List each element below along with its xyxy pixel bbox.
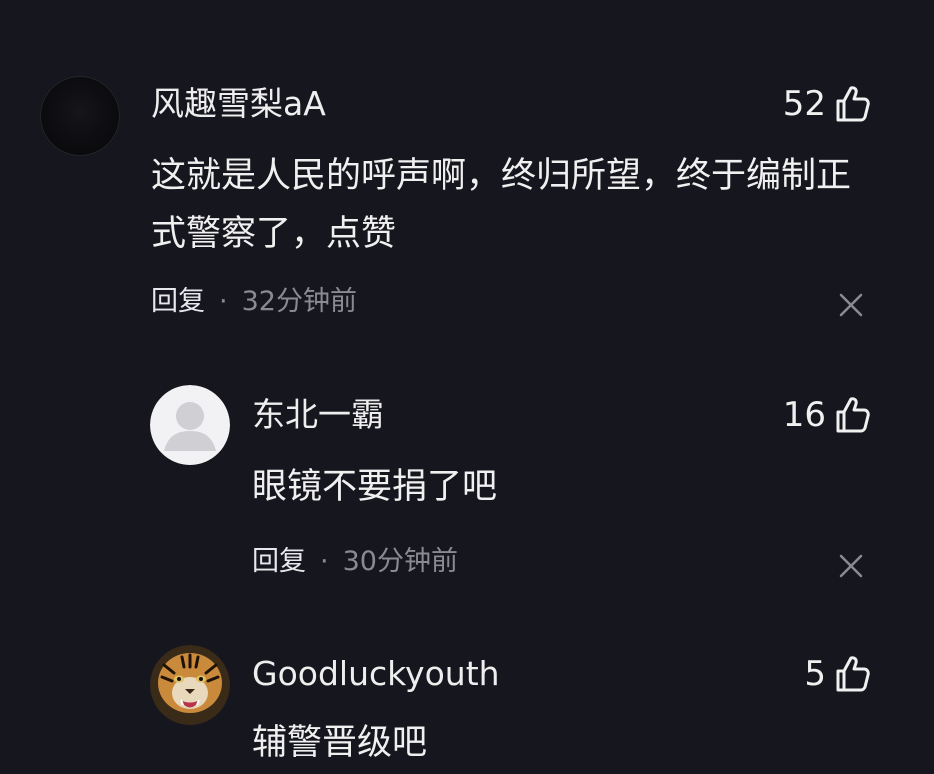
comment-meta: 回复 · 30分钟前 — [252, 544, 458, 580]
close-icon[interactable] — [838, 292, 864, 318]
default-user-avatar-icon[interactable] — [150, 385, 230, 465]
comment-username[interactable]: Goodluckyouth — [252, 654, 500, 694]
comment-text: 眼镜不要捐了吧 — [252, 467, 498, 507]
separator-dot: · — [320, 546, 329, 577]
comment-text: 辅警晋级吧 — [252, 723, 428, 763]
thumbs-up-icon — [836, 656, 870, 692]
comment-username[interactable]: 风趣雪梨aA — [151, 84, 326, 124]
tiger-avatar-icon[interactable] — [150, 645, 230, 725]
like-count: 52 — [782, 84, 826, 124]
comment-time: 30分钟前 — [342, 546, 458, 577]
dark-avatar-icon[interactable] — [40, 76, 120, 156]
comment-time: 32分钟前 — [241, 286, 357, 317]
thumbs-up-icon — [836, 397, 870, 433]
like-count: 5 — [804, 654, 826, 694]
comment-text: 这就是人民的呼声啊，终归所望，终于编制正式警察了，点赞 — [151, 156, 852, 254]
like-button[interactable]: 5 — [804, 654, 870, 694]
close-icon[interactable] — [838, 553, 864, 579]
comment-username[interactable]: 东北一霸 — [252, 395, 384, 435]
thumbs-up-icon — [836, 86, 870, 122]
comment-meta: 回复 · 32分钟前 — [151, 284, 357, 320]
separator-dot: · — [219, 286, 228, 317]
like-count: 16 — [782, 395, 826, 435]
like-button[interactable]: 52 — [783, 84, 870, 124]
reply-button[interactable]: 回复 — [151, 284, 205, 320]
like-button[interactable]: 16 — [783, 395, 870, 435]
reply-button[interactable]: 回复 — [252, 544, 306, 580]
